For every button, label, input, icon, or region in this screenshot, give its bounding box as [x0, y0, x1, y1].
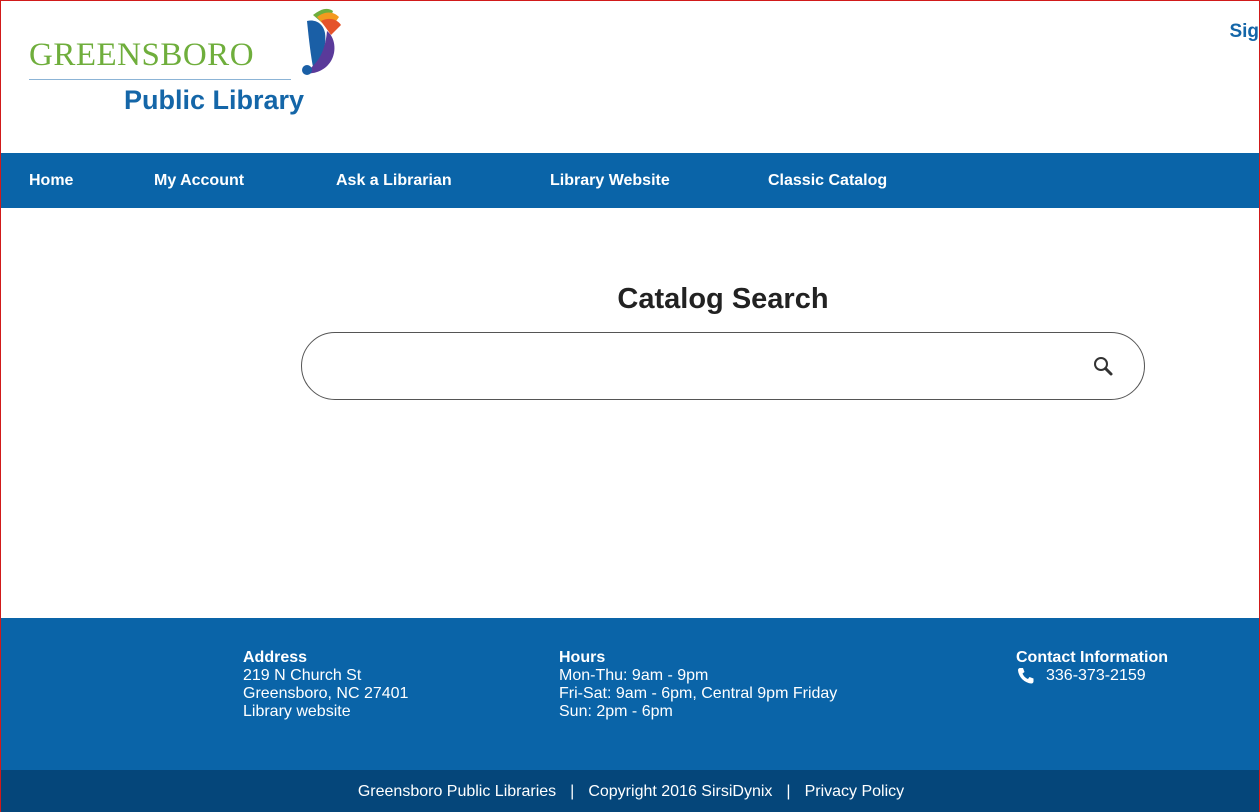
- search-input[interactable]: [332, 347, 1072, 387]
- footer-contact-heading: Contact Information: [1016, 649, 1168, 666]
- footer: Address 219 N Church St Greensboro, NC 2…: [1, 618, 1259, 770]
- page-title: Catalog Search: [617, 283, 829, 315]
- nav-item-library-website[interactable]: Library Website: [550, 172, 670, 190]
- footer-hours-heading: Hours: [559, 649, 606, 666]
- bottom-privacy-link[interactable]: Privacy Policy: [805, 783, 905, 801]
- sign-in-link[interactable]: Sig: [1229, 21, 1259, 43]
- nav-item-home[interactable]: Home: [29, 172, 73, 190]
- footer-address-heading: Address: [243, 649, 308, 666]
- nav-item-classic-catalog[interactable]: Classic Catalog: [768, 172, 887, 190]
- logo-divider: [29, 79, 291, 80]
- nav-item-ask-a-librarian[interactable]: Ask a Librarian: [336, 172, 452, 190]
- bottom-separator-1: |: [570, 782, 575, 800]
- footer-address: Address 219 N Church St Greensboro, NC 2…: [243, 649, 408, 721]
- footer-library-website-link[interactable]: Library website: [243, 703, 408, 721]
- phone-icon: [1018, 668, 1034, 684]
- bottom-bar: Greensboro Public Libraries | Copyright …: [1, 770, 1259, 812]
- page-frame: GREENSBORO Public Library Sig Home My Ac…: [0, 0, 1260, 812]
- footer-hours-line2: Fri-Sat: 9am - 6pm, Central 9pm Friday: [559, 685, 838, 702]
- footer-phone-link[interactable]: 336-373-2159: [1046, 667, 1146, 685]
- book-logo-icon: [302, 8, 341, 75]
- bottom-copyright-link[interactable]: Copyright 2016 SirsiDynix: [588, 783, 772, 801]
- footer-address-line2: Greensboro, NC 27401: [243, 685, 409, 702]
- footer-hours-line3: Sun: 2pm - 6pm: [559, 703, 673, 720]
- search-button[interactable]: [1090, 353, 1118, 381]
- logo-text-greensboro: GREENSBORO: [29, 37, 255, 73]
- footer-hours-line1: Mon-Thu: 9am - 9pm: [559, 667, 709, 684]
- footer-contact: Contact Information 336-373-2159: [1016, 649, 1168, 685]
- bottom-separator-2: |: [786, 782, 791, 800]
- bottom-org-link[interactable]: Greensboro Public Libraries: [358, 783, 556, 801]
- search-box: [301, 332, 1145, 400]
- logo-text-public-library: Public Library: [124, 85, 305, 115]
- nav-item-my-account[interactable]: My Account: [154, 172, 244, 190]
- footer-address-line1: 219 N Church St: [243, 667, 362, 684]
- library-logo[interactable]: GREENSBORO Public Library: [27, 7, 357, 127]
- search-icon: [1094, 357, 1113, 376]
- footer-phone-row: 336-373-2159: [1016, 667, 1168, 685]
- header: GREENSBORO Public Library Sig: [1, 1, 1259, 151]
- footer-hours: Hours Mon-Thu: 9am - 9pm Fri-Sat: 9am - …: [559, 649, 837, 721]
- main-nav: Home My Account Ask a Librarian Library …: [1, 153, 1259, 208]
